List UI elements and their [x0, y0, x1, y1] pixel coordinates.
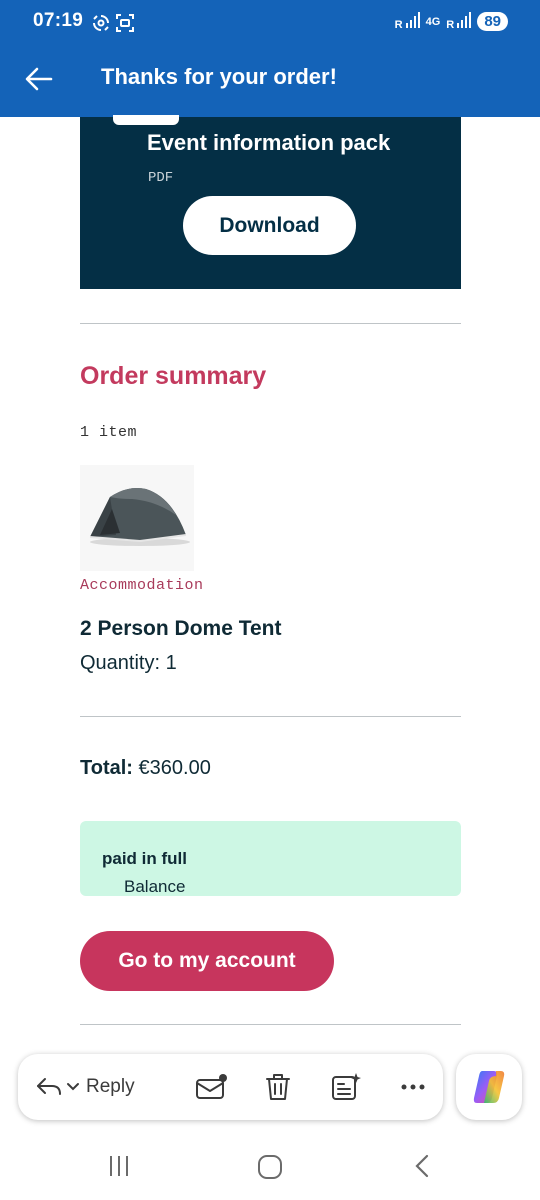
recent-apps-icon[interactable] — [107, 1154, 131, 1178]
reply-icon — [37, 1078, 61, 1095]
total-value: €360.00 — [138, 757, 211, 779]
order-total: Total: €360.00 — [80, 757, 211, 780]
total-label: Total: — [80, 757, 133, 779]
item-category: Accommodation — [80, 577, 204, 594]
network-label-right: R — [446, 19, 455, 31]
balance-status: paid in full — [102, 849, 187, 868]
trash-icon — [266, 1074, 290, 1100]
delete-button[interactable] — [263, 1054, 293, 1120]
app-bar: 07:19 R 4G R 89 Thanks for your order! — [0, 0, 540, 117]
screenshot-icon — [116, 14, 134, 32]
chevron-down-icon — [67, 1083, 79, 1091]
card-tab — [113, 115, 179, 125]
tent-image — [80, 465, 194, 571]
event-pack-card: Event information pack PDF Download — [80, 115, 461, 289]
reply-label: Reply — [86, 1076, 135, 1097]
copilot-icon — [473, 1071, 505, 1103]
mail-unread-icon — [196, 1074, 227, 1099]
product-name: 2 Person Dome Tent — [80, 617, 282, 640]
summarize-button[interactable] — [330, 1054, 362, 1120]
divider — [80, 716, 461, 717]
signal-icon-2: R — [446, 12, 472, 31]
product-quantity: Quantity: 1 — [80, 652, 177, 674]
back-arrow-icon[interactable] — [24, 64, 54, 94]
signal-icon: R — [395, 12, 420, 31]
home-icon[interactable] — [257, 1154, 283, 1180]
balance-prefix: Balance — [124, 877, 186, 896]
status-time: 07:19 — [33, 10, 84, 31]
status-right: R 4G R 89 — [395, 12, 508, 31]
email-action-toolbar: Reply — [18, 1054, 443, 1120]
network-label-left: R — [394, 19, 403, 31]
reply-button[interactable]: Reply — [36, 1054, 135, 1120]
battery-indicator: 89 — [477, 12, 508, 31]
page-title: Thanks for your order! — [101, 64, 337, 89]
mark-unread-button[interactable] — [194, 1054, 228, 1120]
more-options-button[interactable] — [400, 1054, 426, 1120]
event-pack-title: Event information pack — [147, 130, 391, 155]
balance-text: Balance paid in full — [102, 849, 187, 896]
mobile-data-label: 4G — [425, 15, 441, 28]
divider — [80, 1024, 461, 1025]
system-navigation-bar — [0, 1136, 540, 1200]
order-summary-heading: Order summary — [80, 362, 267, 390]
go-to-account-button[interactable]: Go to my account — [80, 931, 334, 991]
balance-status-banner: Balance paid in full — [80, 821, 461, 896]
copilot-button[interactable] — [456, 1054, 522, 1120]
download-button[interactable]: Download — [183, 196, 356, 255]
system-back-icon[interactable] — [412, 1154, 432, 1178]
more-icon — [401, 1084, 425, 1090]
item-count: 1 item — [80, 424, 138, 441]
status-bar: 07:19 R 4G R 89 — [0, 0, 540, 46]
ai-summary-icon — [332, 1073, 361, 1100]
sync-icon — [93, 15, 109, 31]
file-type-label: PDF — [148, 170, 174, 186]
divider — [80, 323, 461, 324]
